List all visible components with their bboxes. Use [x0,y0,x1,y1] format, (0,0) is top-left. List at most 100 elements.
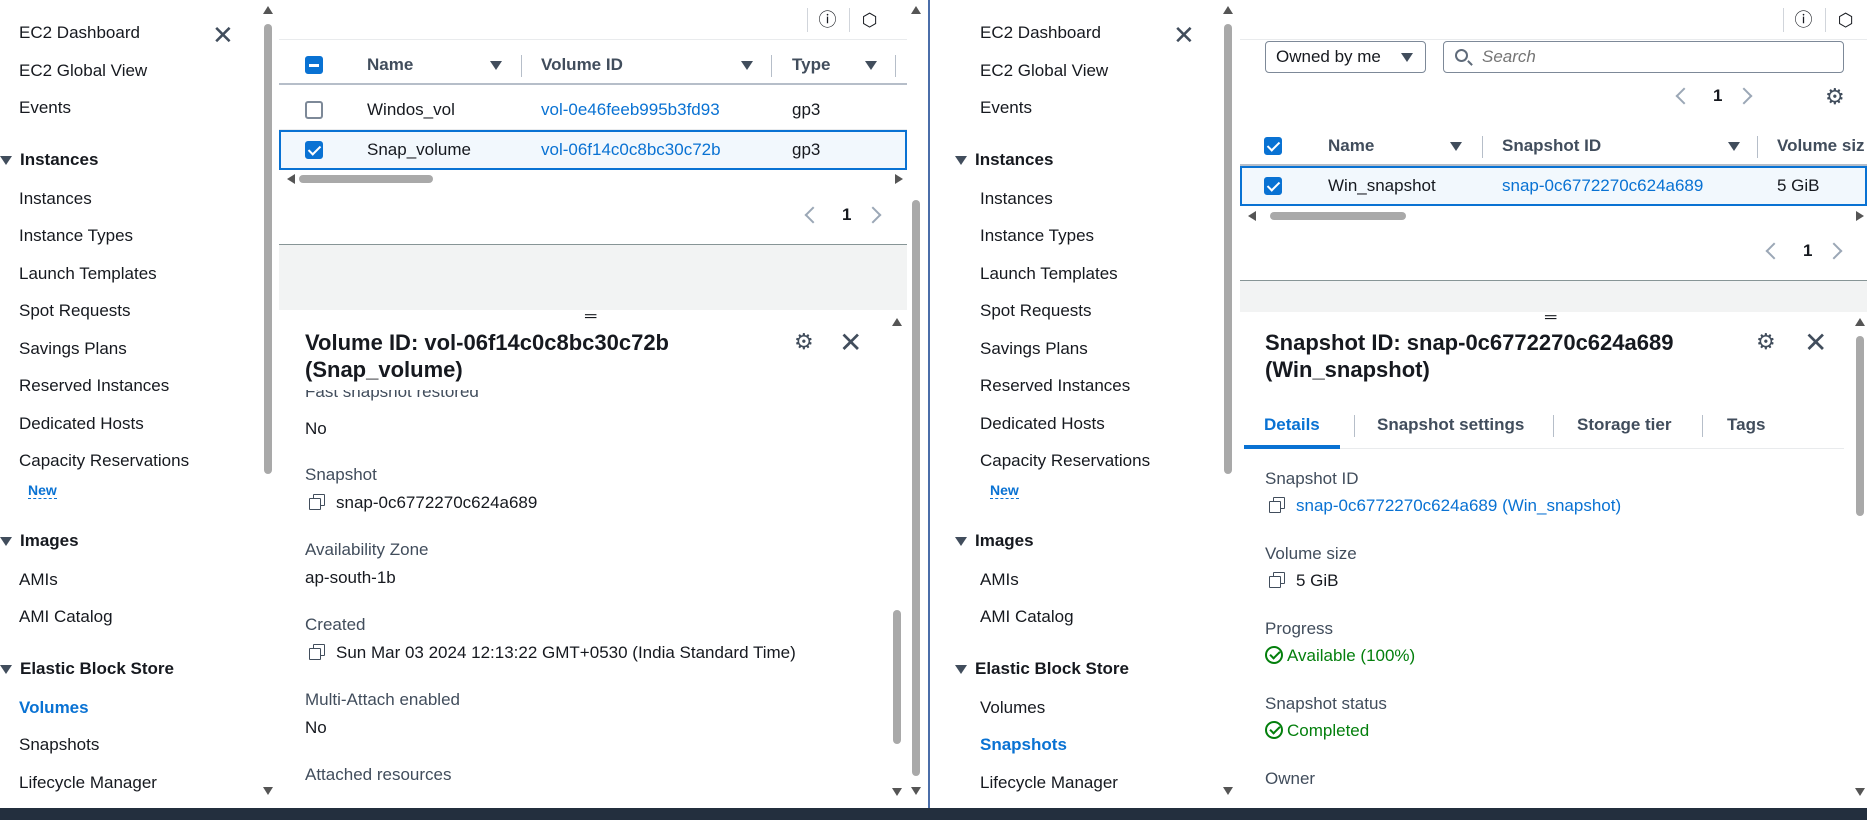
sort-icon[interactable] [490,61,502,70]
table-hscrollbar[interactable] [1246,209,1866,223]
nav-amis[interactable]: AMIs [980,570,1019,590]
scroll-left-icon[interactable] [287,174,295,184]
table-hscrollbar[interactable] [285,172,905,186]
nav-ami-catalog[interactable]: AMI Catalog [980,607,1074,627]
nav-instance-types[interactable]: Instance Types [980,226,1094,246]
detail-scrollbar[interactable] [891,314,903,800]
nav-savings-plans[interactable]: Savings Plans [980,339,1088,359]
nav-dedicated-hosts[interactable]: Dedicated Hosts [19,414,144,434]
nav-events[interactable]: Events [980,98,1032,118]
tab-tags[interactable]: Tags [1727,401,1765,449]
scroll-right-icon[interactable] [1856,211,1864,221]
split-panel-resize-handle[interactable]: ═ [1545,309,1556,327]
nav-dedicated-hosts[interactable]: Dedicated Hosts [980,414,1105,434]
table-row-selected[interactable]: Snap_volume vol-06f14c0c8bc30c72b gp3 [279,130,907,170]
next-page-icon[interactable] [864,206,882,224]
nav-volumes[interactable]: Volumes [19,698,89,718]
scroll-up-icon[interactable] [263,6,273,14]
nav-capacity-reservations[interactable]: Capacity Reservations [980,451,1150,471]
search-input[interactable] [1482,42,1832,72]
scroll-down-icon[interactable] [1223,787,1233,795]
row-checkbox[interactable] [1264,177,1282,195]
scrollbar-thumb[interactable] [1856,336,1864,516]
nav-amis[interactable]: AMIs [19,570,58,590]
nav-ami-catalog[interactable]: AMI Catalog [19,607,113,627]
cell-snapshot-id-link[interactable]: snap-0c6772270c624a689 [1502,166,1703,206]
nav-capacity-reservations[interactable]: Capacity Reservations [19,451,189,471]
col-name[interactable]: Name [367,45,413,85]
nav-section-ebs[interactable]: Elastic Block Store [955,659,1129,679]
close-nav-icon[interactable]: ✕ [1173,22,1195,48]
current-page[interactable]: 1 [1803,241,1812,261]
cell-volume-id-link[interactable]: vol-06f14c0c8bc30c72b [541,130,721,170]
hscroll-thumb[interactable] [299,175,433,183]
scroll-up-icon[interactable] [1855,318,1865,326]
prev-page-icon[interactable] [1765,242,1783,260]
nav-snapshots[interactable]: Snapshots [980,735,1067,755]
close-nav-icon[interactable]: ✕ [212,22,234,48]
col-volume-id[interactable]: Volume ID [541,45,623,85]
prev-page-icon[interactable] [1675,87,1693,105]
scrollbar-thumb[interactable] [912,200,920,776]
tab-storage-tier[interactable]: Storage tier [1577,401,1671,449]
scrollbar-thumb[interactable] [893,610,901,744]
current-page[interactable]: 1 [1713,86,1722,106]
sort-icon[interactable] [741,61,753,70]
tab-details[interactable]: Details [1244,401,1340,449]
nav-events[interactable]: Events [19,98,71,118]
copy-icon[interactable] [309,494,325,510]
next-page-icon[interactable] [1825,242,1843,260]
nav-section-images[interactable]: Images [955,531,1034,551]
scrollbar-thumb[interactable] [264,24,272,474]
next-page-icon[interactable] [1735,87,1753,105]
scrollbar-thumb[interactable] [1224,24,1232,474]
current-page[interactable]: 1 [842,205,851,225]
detail-scrollbar[interactable] [1854,314,1866,800]
info-icon[interactable]: ⓘ [1783,8,1823,32]
nav-lifecycle-manager[interactable]: Lifecycle Manager [980,773,1118,793]
sort-icon[interactable] [865,61,877,70]
nav-savings-plans[interactable]: Savings Plans [19,339,127,359]
scroll-down-icon[interactable] [1855,788,1865,796]
scroll-right-icon[interactable] [895,174,903,184]
scroll-down-icon[interactable] [911,787,921,795]
sidebar-scrollbar[interactable] [262,0,274,800]
table-row[interactable]: Windos_vol vol-0e46feeb995b3fd93 gp3 [279,90,907,130]
nav-ec2-dashboard[interactable]: EC2 Dashboard [980,23,1101,43]
sort-icon[interactable] [1728,142,1740,151]
nav-launch-templates[interactable]: Launch Templates [19,264,157,284]
sidebar-scrollbar[interactable] [1222,0,1234,800]
notifications-icon[interactable]: ⬡ [1825,8,1865,32]
notifications-icon[interactable]: ⬡ [849,8,889,32]
scroll-up-icon[interactable] [1223,6,1233,14]
nav-section-instances[interactable]: Instances [955,150,1053,170]
row-checkbox[interactable] [305,101,323,119]
scroll-up-icon[interactable] [892,318,902,326]
nav-reserved-instances[interactable]: Reserved Instances [19,376,169,396]
close-icon[interactable]: ✕ [839,329,862,357]
nav-reserved-instances[interactable]: Reserved Instances [980,376,1130,396]
copy-icon[interactable] [1269,572,1285,588]
scroll-up-icon[interactable] [911,6,921,14]
nav-launch-templates[interactable]: Launch Templates [980,264,1118,284]
nav-ec2-global-view[interactable]: EC2 Global View [19,61,147,81]
copy-icon[interactable] [1269,497,1285,513]
gear-icon[interactable]: ⚙ [1756,329,1776,355]
scroll-left-icon[interactable] [1248,211,1256,221]
nav-section-images[interactable]: Images [0,531,79,551]
select-all-checkbox[interactable] [305,56,323,74]
col-snapshot-id[interactable]: Snapshot ID [1502,126,1601,166]
nav-volumes[interactable]: Volumes [980,698,1045,718]
close-icon[interactable]: ✕ [1804,329,1827,357]
hscroll-thumb[interactable] [1270,212,1406,220]
nav-instance-types[interactable]: Instance Types [19,226,133,246]
nav-spot-requests[interactable]: Spot Requests [980,301,1092,321]
page-scrollbar[interactable] [910,0,922,800]
owner-filter-select[interactable]: Owned by me [1265,41,1426,73]
nav-section-instances[interactable]: Instances [0,150,98,170]
nav-spot-requests[interactable]: Spot Requests [19,301,131,321]
scroll-down-icon[interactable] [263,787,273,795]
prev-page-icon[interactable] [804,206,822,224]
col-type[interactable]: Type [792,45,830,85]
split-panel-resize-handle[interactable]: ═ [585,308,596,326]
